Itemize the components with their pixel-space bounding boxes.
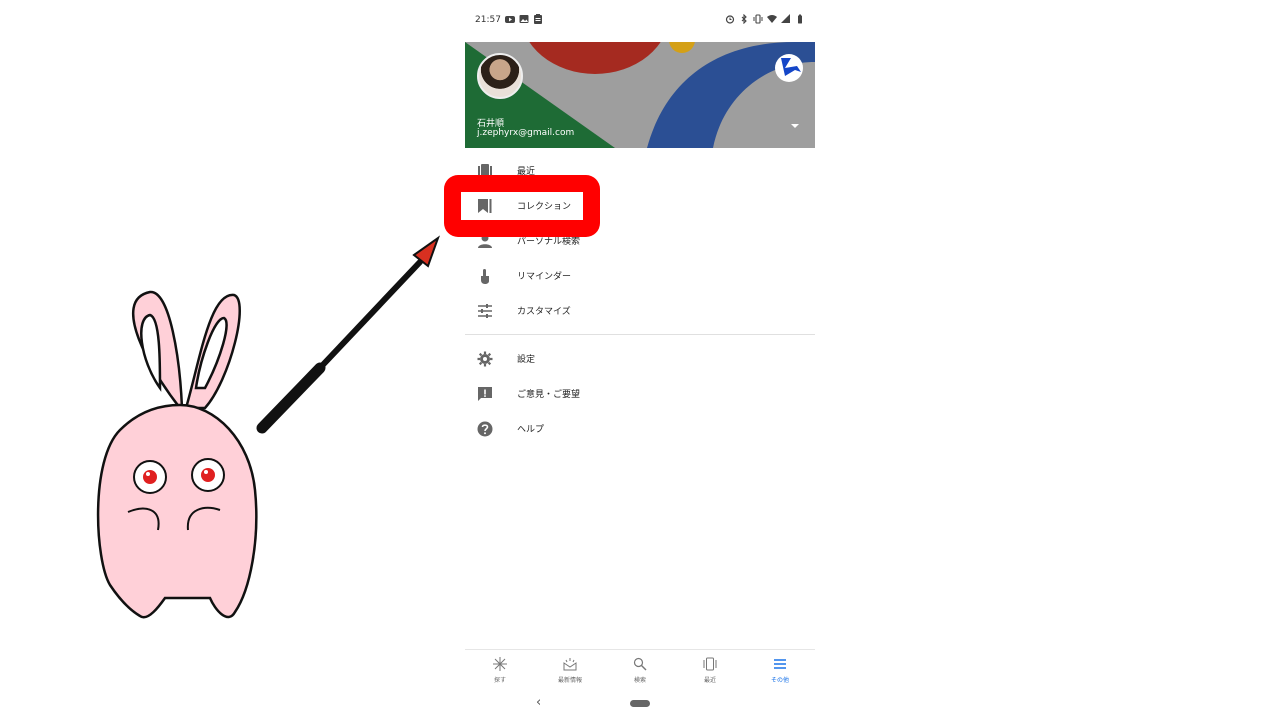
nav-item-discover[interactable]: 探す bbox=[465, 650, 535, 686]
battery-icon bbox=[798, 14, 802, 24]
clipboard-icon bbox=[534, 14, 542, 24]
account-header: 石井順 j.zephyrx@gmail.com bbox=[465, 42, 815, 148]
tabs-icon bbox=[703, 657, 717, 671]
highlight-box bbox=[444, 175, 600, 237]
wifi-icon bbox=[767, 15, 777, 23]
vibrate-icon bbox=[753, 14, 763, 24]
menu-item-label: 設定 bbox=[517, 355, 536, 365]
rabbit-eyes bbox=[133, 458, 225, 494]
rabbit-mouth bbox=[127, 506, 221, 531]
sparkle-icon bbox=[493, 657, 507, 671]
account-logo-icon bbox=[781, 58, 801, 76]
menu-item-customize[interactable]: カスタマイズ bbox=[465, 293, 815, 328]
home-pill-icon[interactable] bbox=[630, 700, 650, 707]
status-left-icons bbox=[505, 14, 543, 24]
bottom-navigation: 探す 最新情報 検索 最近 その他 bbox=[465, 649, 815, 686]
image-icon bbox=[519, 15, 529, 23]
help-icon bbox=[477, 421, 493, 436]
user-email: j.zephyrx@gmail.com bbox=[477, 128, 575, 138]
nav-item-search[interactable]: 検索 bbox=[605, 650, 675, 686]
alarm-icon bbox=[725, 15, 735, 24]
nav-label: 最近 bbox=[703, 677, 716, 684]
secondary-account-avatar[interactable] bbox=[775, 54, 803, 82]
menu-item-help[interactable]: ヘルプ bbox=[465, 411, 815, 446]
feedback-icon bbox=[478, 386, 492, 401]
nav-item-recent[interactable]: 最近 bbox=[675, 650, 745, 686]
youtube-icon bbox=[505, 16, 515, 23]
phone-screen: 21:57 石井順 j.zephyrx@gmail.com 最近 コレクション … bbox=[465, 0, 815, 720]
screenshot-stage: 21:57 石井順 j.zephyrx@gmail.com 最近 コレクション … bbox=[0, 0, 1280, 720]
menu-item-label: リマインダー bbox=[517, 272, 572, 282]
pointer-hand-icon bbox=[481, 268, 489, 284]
rabbit-ears bbox=[131, 290, 241, 410]
rabbit-body bbox=[96, 403, 258, 619]
nav-label: その他 bbox=[770, 677, 789, 684]
menu-item-label: カスタマイズ bbox=[517, 307, 571, 317]
chevron-down-icon[interactable] bbox=[791, 124, 799, 128]
signal-icon bbox=[781, 14, 790, 23]
menu-item-reminders[interactable]: リマインダー bbox=[465, 258, 815, 293]
search-icon bbox=[633, 657, 647, 671]
nav-item-more[interactable]: その他 bbox=[745, 650, 815, 686]
system-navigation-bar: ‹ bbox=[465, 686, 815, 720]
menu-icon bbox=[774, 659, 786, 669]
updates-icon bbox=[563, 658, 577, 671]
bluetooth-icon bbox=[741, 14, 747, 24]
menu-item-settings[interactable]: 設定 bbox=[465, 341, 815, 376]
menu-item-feedback[interactable]: ご意見・ご要望 bbox=[465, 376, 815, 411]
tune-icon bbox=[478, 303, 492, 318]
menu-item-label: ヘルプ bbox=[517, 425, 545, 435]
status-right-icons bbox=[725, 14, 805, 24]
back-icon[interactable]: ‹ bbox=[536, 695, 541, 710]
nav-label: 検索 bbox=[633, 677, 646, 684]
gear-icon bbox=[477, 351, 493, 366]
nav-label: 探す bbox=[493, 677, 506, 684]
nav-item-updates[interactable]: 最新情報 bbox=[535, 650, 605, 686]
nav-label: 最新情報 bbox=[557, 677, 582, 684]
status-bar: 21:57 bbox=[465, 0, 815, 42]
menu-divider bbox=[465, 334, 815, 335]
menu-item-label: ご意見・ご要望 bbox=[517, 390, 581, 400]
status-time: 21:57 bbox=[475, 15, 501, 25]
avatar[interactable] bbox=[477, 53, 523, 99]
pointer-stick-icon bbox=[256, 235, 441, 434]
